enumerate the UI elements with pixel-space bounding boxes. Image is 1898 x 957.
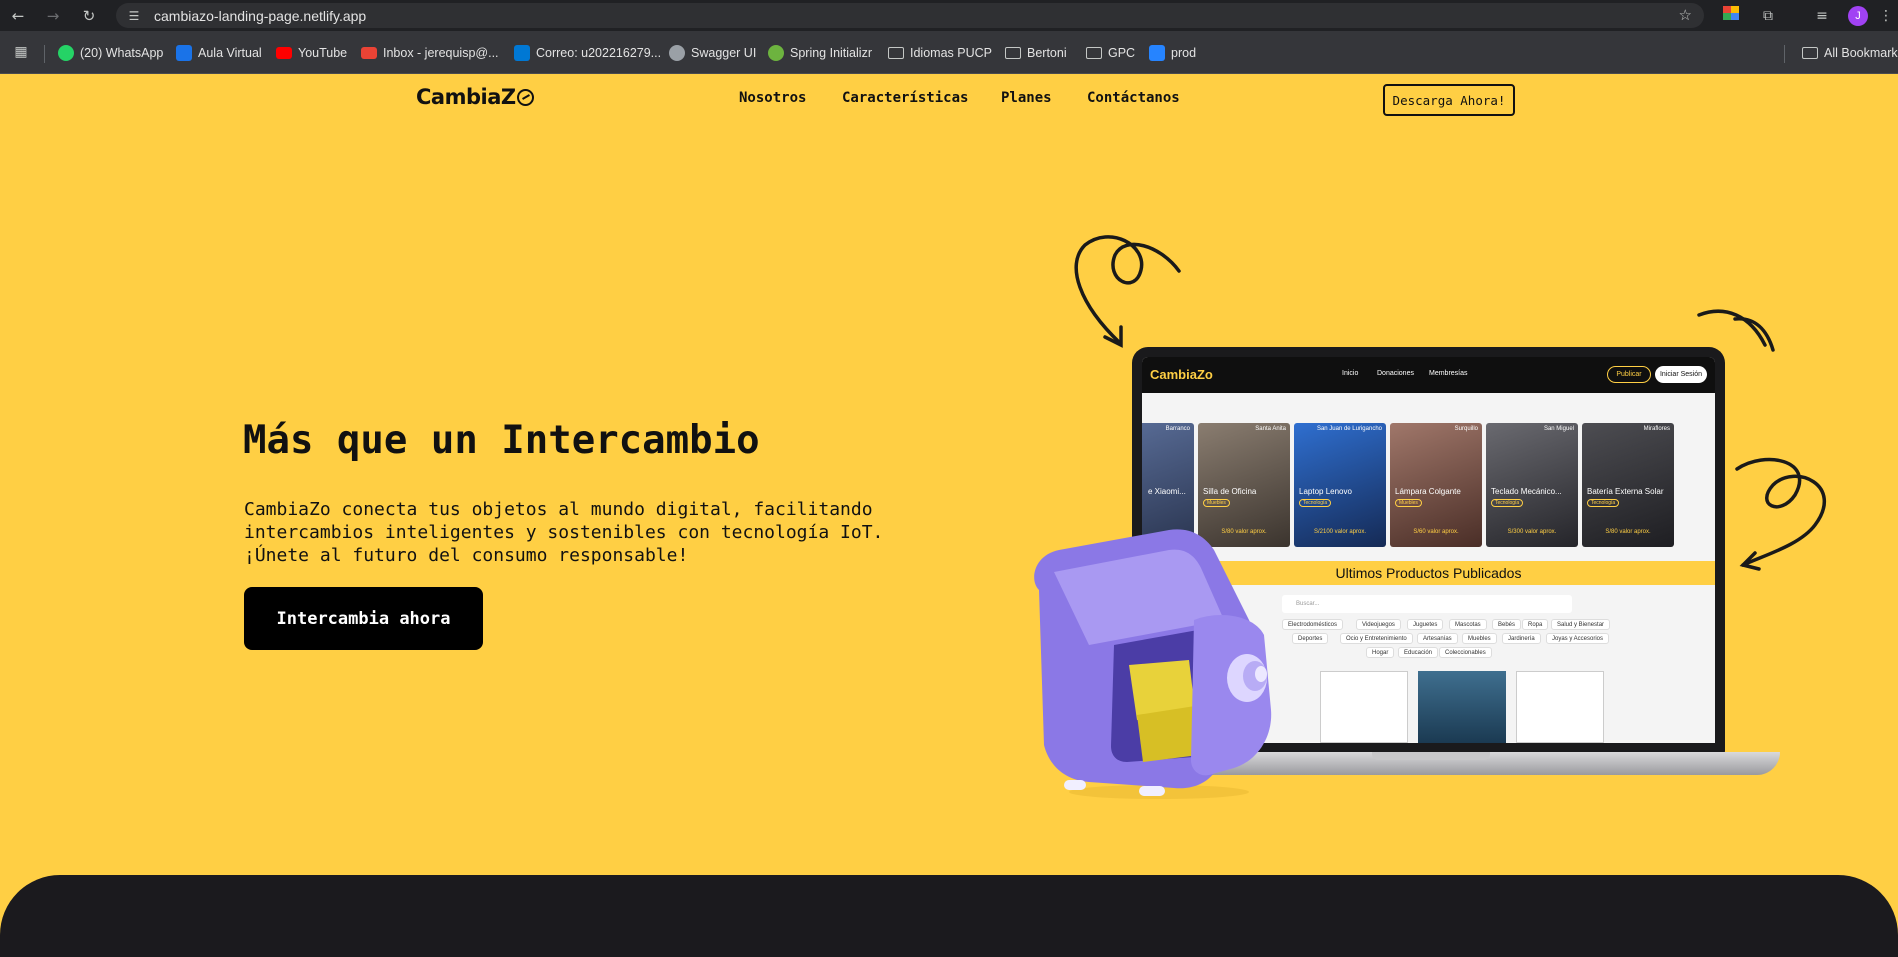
mockup-chip: Bebés (1492, 619, 1522, 630)
outlook-icon (514, 45, 530, 61)
folder-icon (1086, 47, 1102, 59)
mockup-chip: Jardinería (1502, 633, 1541, 644)
mockup-login-button: Iniciar Sesión (1655, 366, 1707, 383)
hero-title: Más que un Intercambio (243, 418, 760, 463)
mockup-product-card: San Miguel Teclado Mecánico... Tecnologí… (1486, 423, 1578, 547)
profile-avatar[interactable]: J (1848, 6, 1868, 26)
bookmark-whatsapp[interactable]: (20) WhatsApp (58, 43, 163, 63)
whatsapp-icon (58, 45, 74, 61)
gmail-icon (361, 47, 377, 59)
browser-toolbar: ← → ↻ ☰ cambiazo-landing-page.netlify.ap… (0, 0, 1898, 31)
apps-grid-icon[interactable]: ▦ (11, 42, 31, 62)
bookmark-youtube[interactable]: YouTube (276, 43, 347, 63)
mockup-nav-inicio: Inicio (1342, 370, 1359, 377)
bookmark-inbox[interactable]: Inbox - jerequisp@... (361, 43, 499, 63)
reload-icon[interactable]: ↻ (80, 7, 98, 25)
laptop-notch (1372, 752, 1490, 760)
scribble-arrow-left-icon (1074, 235, 1181, 348)
bookmark-aula-virtual[interactable]: Aula Virtual (176, 43, 262, 63)
bookmarks-bar: ▦ (20) WhatsApp Aula Virtual YouTube Inb… (0, 31, 1898, 74)
mockup-chip: Salud y Bienestar (1551, 619, 1611, 630)
folder-icon (1005, 47, 1021, 59)
site-info-icon[interactable]: ☰ (126, 8, 142, 24)
site-logo[interactable]: CambiaZ (416, 85, 534, 109)
nav-contactanos[interactable]: Contáctanos (1087, 90, 1180, 106)
mockup-chip: Juguetes (1407, 619, 1444, 630)
menu-icon[interactable]: ⋮ (1876, 6, 1896, 26)
mockup-chip: Deportes (1292, 633, 1329, 644)
mockup-product-thumb (1418, 671, 1506, 743)
mockup-product-card: San Juan de Lurigancho Laptop Lenovo Tec… (1294, 423, 1386, 547)
media-control-icon[interactable]: ≡ (1812, 6, 1832, 26)
mockup-publish-button: Publicar (1607, 366, 1651, 383)
mockup-chip: Electrodomésticos (1282, 619, 1344, 630)
bookmark-swagger[interactable]: Swagger UI (669, 43, 756, 63)
address-bar[interactable]: ☰ cambiazo-landing-page.netlify.app ☆ (116, 3, 1704, 28)
mockup-product-thumb (1320, 671, 1408, 743)
extensions-puzzle-icon[interactable]: ⧉ (1758, 6, 1778, 26)
globe-icon (669, 45, 685, 61)
mockup-header: CambiaZo Inicio Donaciones Membresías Pu… (1142, 357, 1715, 393)
extension-color-icon[interactable] (1721, 6, 1741, 26)
bookmark-correo[interactable]: Correo: u202216279... (514, 43, 661, 63)
next-section-band (0, 875, 1898, 957)
mockup-chip: Educación (1398, 647, 1439, 658)
bookmark-prod[interactable]: prod (1149, 43, 1196, 63)
logo-globe-icon (516, 89, 534, 106)
spring-icon (768, 45, 784, 61)
mockup-chip: Mascotas (1449, 619, 1487, 630)
mockup-product-thumb (1516, 671, 1604, 743)
mockup-chip: Artesanías (1417, 633, 1458, 644)
folder-icon (1802, 47, 1818, 59)
all-bookmarks[interactable]: All Bookmarks (1802, 43, 1898, 63)
mockup-chip: Coleccionables (1439, 647, 1492, 658)
mockup-chip: Hogar (1366, 647, 1395, 658)
bookmark-separator (1784, 45, 1785, 63)
mockup-search: Buscar... (1282, 595, 1572, 613)
safe-3d-icon (1034, 529, 1272, 799)
mockup-chip: Ropa (1522, 619, 1549, 630)
aula-virtual-icon (176, 45, 192, 61)
back-icon[interactable]: ← (9, 7, 27, 25)
mockup-product-card: Surquillo Lámpara Colgante Muebles S/60 … (1390, 423, 1482, 547)
folder-icon (888, 47, 904, 59)
bookmark-idiomas-pucp[interactable]: Idiomas PUCP (888, 43, 992, 63)
mockup-product-card: Miraflores Batería Externa Solar Tecnolo… (1582, 423, 1674, 547)
mockup-chip: Joyas y Accesorios (1546, 633, 1610, 644)
bookmark-separator (44, 45, 45, 63)
exchange-now-button[interactable]: Intercambia ahora (244, 587, 483, 650)
bookmark-star-icon[interactable]: ☆ (1679, 6, 1692, 24)
mockup-chip: Ocio y Entretenimiento (1340, 633, 1413, 644)
download-button[interactable]: Descarga Ahora! (1383, 84, 1515, 116)
jira-icon (1149, 45, 1165, 61)
mockup-nav-membresias: Membresías (1429, 370, 1468, 377)
bookmark-spring[interactable]: Spring Initializr (768, 43, 872, 63)
bookmark-gpc[interactable]: GPC (1086, 43, 1135, 63)
mockup-logo: CambiaZo (1150, 367, 1213, 382)
mockup-chip: Videojuegos (1356, 619, 1401, 630)
scribble-arrow-right-icon (1735, 457, 1826, 571)
bookmark-bertoni[interactable]: Bertoni (1005, 43, 1067, 63)
mockup-nav-donaciones: Donaciones (1377, 370, 1414, 377)
youtube-icon (276, 47, 292, 59)
nav-caracteristicas[interactable]: Características (842, 90, 968, 106)
nav-nosotros[interactable]: Nosotros (739, 90, 806, 106)
hero-description: CambiaZo conecta tus objetos al mundo di… (244, 499, 884, 566)
url-text[interactable]: cambiazo-landing-page.netlify.app (154, 8, 366, 24)
nav-planes[interactable]: Planes (1001, 90, 1052, 106)
forward-icon[interactable]: → (44, 7, 62, 25)
mockup-chip: Muebles (1462, 633, 1497, 644)
